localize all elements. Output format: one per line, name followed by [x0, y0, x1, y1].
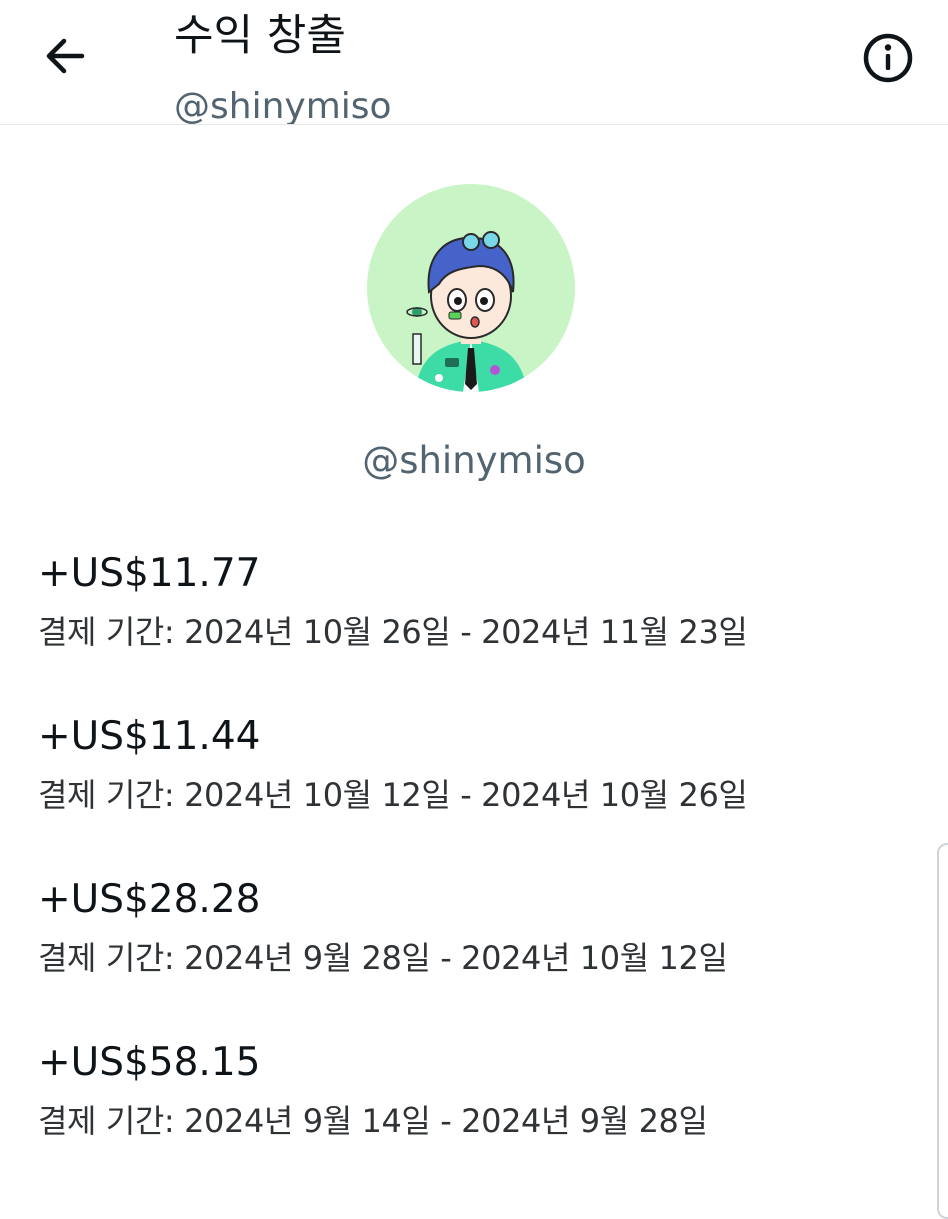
payout-item: +US$28.28 결제 기간: 2024년 9월 28일 - 2024년 10… [38, 874, 918, 982]
payout-amount: +US$58.15 [38, 1040, 261, 1085]
scrollbar-handle[interactable] [937, 843, 948, 1219]
payout-period: 결제 기간: 2024년 9월 28일 - 2024년 10월 12일 [38, 939, 728, 977]
payout-period: 결제 기간: 2024년 9월 14일 - 2024년 9월 28일 [38, 1102, 708, 1140]
info-circle-icon [863, 33, 913, 83]
payout-amount: +US$28.28 [38, 877, 261, 922]
info-button[interactable] [858, 28, 918, 88]
payout-amount: +US$11.77 [38, 551, 261, 596]
top-bar: 수익 창출 @shinymiso [0, 0, 948, 125]
payout-item: +US$11.77 결제 기간: 2024년 10월 26일 - 2024년 1… [38, 548, 918, 656]
payout-amount: +US$11.44 [38, 714, 261, 759]
avatar-illustration [406, 231, 527, 392]
page-title: 수익 창출 [174, 11, 346, 61]
back-button[interactable] [36, 28, 92, 84]
avatar[interactable] [367, 184, 575, 392]
payout-period: 결제 기간: 2024년 10월 26일 - 2024년 11월 23일 [38, 613, 748, 651]
profile-handle: @shinymiso [362, 439, 586, 482]
payout-item: +US$11.44 결제 기간: 2024년 10월 12일 - 2024년 1… [38, 711, 918, 819]
payout-period: 결제 기간: 2024년 10월 12일 - 2024년 10월 26일 [38, 776, 748, 814]
page-subtitle: @shinymiso [174, 86, 392, 125]
payout-item: +US$58.15 결제 기간: 2024년 9월 14일 - 2024년 9월… [38, 1037, 918, 1145]
arrow-left-icon [46, 38, 85, 74]
